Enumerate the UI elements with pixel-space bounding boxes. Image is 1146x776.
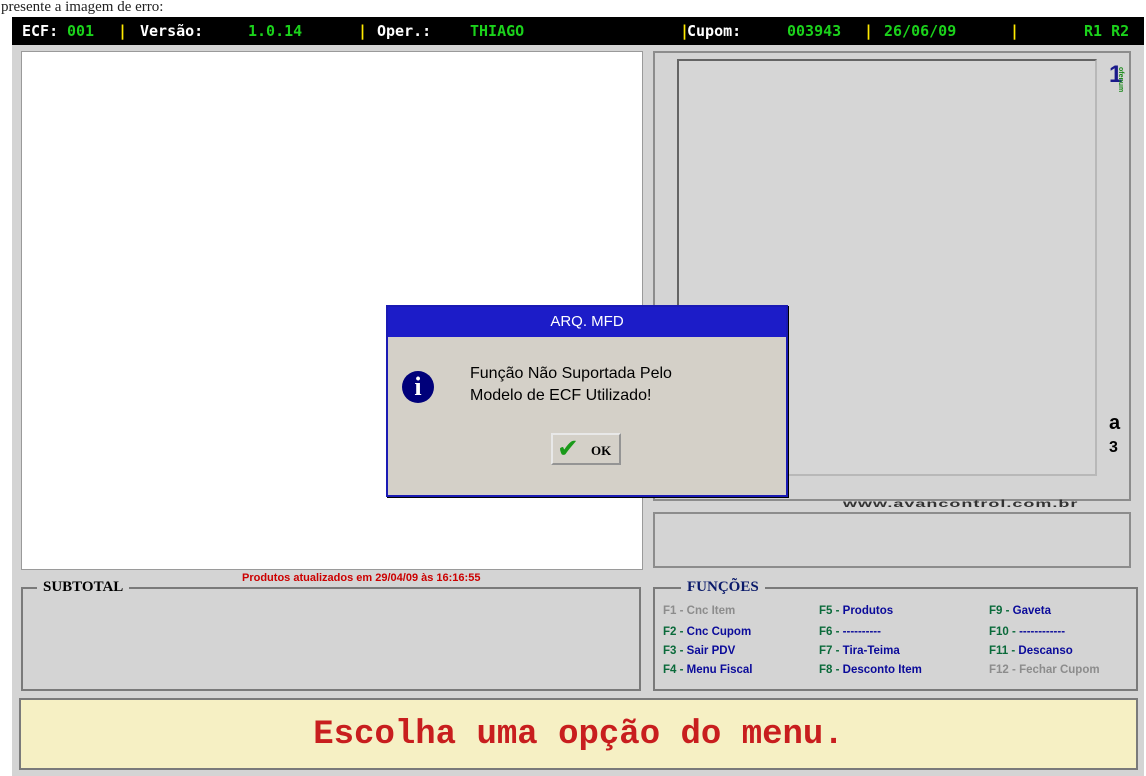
error-dialog: ARQ. MFD i Função Não Suportada Pelo Mod…: [386, 305, 788, 497]
website-text: www.avancontrol.com.br: [843, 498, 1079, 509]
logo-vertical-text: ofenum: [1117, 67, 1124, 93]
fkey-f12[interactable]: F12 - Fechar Cupom: [989, 664, 1100, 676]
fkey-f5[interactable]: F5 - Produtos: [819, 605, 893, 617]
operator-value: THIAGO: [470, 22, 525, 40]
page-caption: presente a imagem de erro:: [1, 0, 164, 15]
fkey-f11[interactable]: F11 - Descanso: [989, 645, 1073, 657]
operator-label: Oper.:: [377, 22, 432, 40]
status-separator: |: [1010, 22, 1020, 40]
subtotal-box: SUBTOTAL: [21, 579, 641, 691]
ok-button[interactable]: ✔ OK: [551, 433, 621, 465]
coupon-date: 26/06/09: [884, 22, 957, 40]
coupon-label: Cupom:: [687, 22, 742, 40]
functions-box: FUNÇÕES F1 - Cnc Item F2 - Cnc Cupom F3 …: [653, 579, 1138, 691]
status-bar: ECF: 001 | Versão: 1.0.14 | Oper.: THIAG…: [12, 17, 1144, 45]
functions-legend: FUNÇÕES: [681, 579, 765, 596]
fkey-f4[interactable]: F4 - Menu Fiscal: [663, 664, 752, 676]
fkey-f9[interactable]: F9 - Gaveta: [989, 605, 1051, 617]
fkey-f3[interactable]: F3 - Sair PDV: [663, 645, 735, 657]
coupon-value: 003943: [787, 22, 842, 40]
subtotal-legend: SUBTOTAL: [37, 579, 130, 596]
fkey-f8[interactable]: F8 - Desconto Item: [819, 664, 922, 676]
dialog-title[interactable]: ARQ. MFD: [388, 307, 786, 337]
fkey-f7[interactable]: F7 - Tira-Teima: [819, 645, 900, 657]
ecf-label: ECF:: [22, 22, 59, 40]
checkmark-icon: ✔: [557, 434, 579, 464]
fkey-f10[interactable]: F10 - ------------: [989, 626, 1065, 638]
products-updated-notice: Produtos atualizados em 29/04/09 às 16:1…: [242, 572, 481, 584]
info-icon: i: [402, 371, 434, 403]
status-flags: R1 R2: [1084, 22, 1130, 40]
dialog-message: Função Não Suportada Pelo Modelo de ECF …: [470, 363, 672, 407]
logo-glyph-mid: a: [1109, 412, 1121, 434]
status-separator: |: [358, 22, 368, 40]
logo-glyph-num: 3: [1109, 439, 1118, 456]
version-value: 1.0.14: [248, 22, 303, 40]
dialog-message-line-1: Função Não Suportada Pelo: [470, 365, 672, 382]
dialog-message-line-2: Modelo de ECF Utilizado!: [470, 387, 652, 404]
status-separator: |: [864, 22, 874, 40]
ok-button-label: OK: [591, 443, 612, 458]
pdv-window: ECF: 001 | Versão: 1.0.14 | Oper.: THIAG…: [12, 17, 1144, 776]
fkey-f6[interactable]: F6 - ----------: [819, 626, 881, 638]
message-bar: Escolha uma opção do menu.: [19, 698, 1138, 770]
fkey-f1[interactable]: F1 - Cnc Item: [663, 605, 735, 617]
version-label: Versão:: [140, 22, 204, 40]
status-separator: |: [118, 22, 128, 40]
fkey-f2[interactable]: F2 - Cnc Cupom: [663, 626, 751, 638]
info-panel: [653, 512, 1131, 568]
ecf-value: 001: [67, 22, 95, 40]
message-text: Escolha uma opção do menu.: [313, 716, 844, 754]
logo-strip: 1 ofenum a 3: [1103, 57, 1129, 482]
